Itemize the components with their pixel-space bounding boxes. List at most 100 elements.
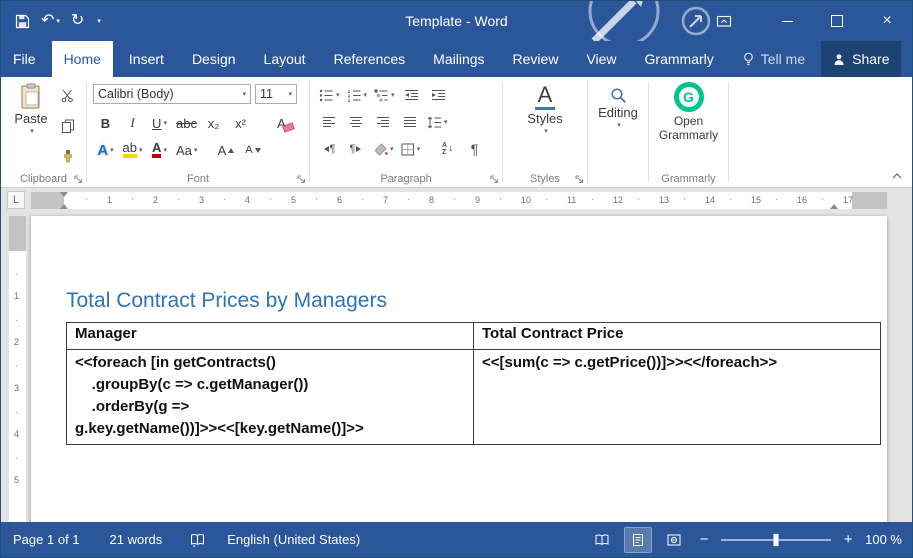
tab-grammarly[interactable]: Grammarly <box>633 41 726 77</box>
grow-font-button[interactable]: A <box>213 138 238 162</box>
proofing-button[interactable] <box>190 533 205 547</box>
tab-file[interactable]: File <box>1 41 48 77</box>
font-dialog-launcher[interactable] <box>296 174 306 184</box>
align-left-button[interactable] <box>318 111 340 133</box>
redo-button[interactable]: ↻ <box>71 13 84 29</box>
increase-indent-button[interactable] <box>428 84 450 106</box>
subscript-button[interactable]: x₂ <box>201 111 226 135</box>
styles-dialog-launcher[interactable] <box>574 174 584 184</box>
page-indicator[interactable]: Page 1 of 1 <box>13 532 80 547</box>
first-line-indent-marker[interactable] <box>60 192 68 197</box>
font-color-dropdown-icon: ▾ <box>163 147 167 154</box>
bullets-button[interactable]: ▾ <box>318 84 341 106</box>
close-button[interactable]: × <box>862 1 912 41</box>
tab-mailings[interactable]: Mailings <box>421 41 496 77</box>
share-button[interactable]: Share <box>821 41 901 77</box>
vertical-ruler[interactable]: 1·2·3·4·5· <box>9 216 26 524</box>
justify-button[interactable] <box>399 111 421 133</box>
right-to-left-button[interactable]: ¶ <box>345 138 367 160</box>
align-right-button[interactable] <box>372 111 394 133</box>
borders-dropdown-icon: ▾ <box>417 146 421 153</box>
paragraph-dialog-launcher[interactable] <box>489 174 499 184</box>
maximize-button[interactable] <box>812 1 862 41</box>
undo-button[interactable]: ↶ ▾ <box>41 13 60 29</box>
shrink-font-button[interactable]: A <box>240 138 265 162</box>
save-icon <box>15 14 30 29</box>
strikethrough-button[interactable]: abc <box>174 111 199 135</box>
ribbon-display-options-button[interactable] <box>704 1 744 41</box>
tab-review[interactable]: Review <box>501 41 571 77</box>
multilevel-dropdown-icon: ▾ <box>391 92 395 99</box>
tab-home[interactable]: Home <box>52 41 113 77</box>
clipboard-dialog-launcher[interactable] <box>73 174 83 184</box>
document-heading[interactable]: Total Contract Prices by Managers <box>66 289 887 313</box>
copy-button[interactable] <box>57 115 79 137</box>
open-grammarly-button[interactable]: G OpenGrammarly <box>653 82 724 160</box>
read-mode-button[interactable] <box>589 528 615 552</box>
highlight-button[interactable]: ab▾ <box>120 138 145 162</box>
right-indent-marker[interactable] <box>830 204 838 209</box>
paste-button[interactable]: Paste ▾ <box>9 83 53 161</box>
zoom-in-button[interactable]: + <box>841 531 855 548</box>
document-page[interactable]: Total Contract Prices by Managers Manage… <box>31 216 887 524</box>
table-cell-price[interactable]: <<[sum(c => c.getPrice())]>><</foreach>> <box>474 350 881 445</box>
align-center-button[interactable] <box>345 111 367 133</box>
table-header-manager[interactable]: Manager <box>67 323 474 350</box>
editing-button[interactable]: Editing ▾ <box>592 87 644 157</box>
print-layout-button[interactable] <box>625 528 651 552</box>
align-center-icon <box>349 116 363 128</box>
minimize-button[interactable] <box>762 1 812 41</box>
language-indicator[interactable]: English (United States) <box>227 532 360 547</box>
multilevel-list-button[interactable]: ▾ <box>373 84 396 106</box>
window-controls: × <box>704 1 912 41</box>
grammarly-group-label: Grammarly <box>649 173 728 185</box>
tab-design[interactable]: Design <box>180 41 248 77</box>
dialog-launcher-icon <box>297 175 306 184</box>
font-name-select[interactable]: Calibri (Body) ▾ <box>93 84 251 104</box>
bold-button[interactable]: B <box>93 111 118 135</box>
line-spacing-button[interactable]: ▾ <box>426 111 449 133</box>
left-to-right-button[interactable]: ¶ <box>318 138 340 160</box>
qat-customize-button[interactable]: ▾ <box>95 18 101 25</box>
text-effects-button[interactable]: A▾ <box>93 138 118 162</box>
sort-button[interactable]: AZ ↓ <box>437 138 459 160</box>
underline-button[interactable]: U▾ <box>147 111 172 135</box>
zoom-slider-handle[interactable] <box>774 534 779 546</box>
grow-font-icon <box>228 148 234 153</box>
show-marks-button[interactable]: ¶ <box>464 138 486 160</box>
tab-layout[interactable]: Layout <box>252 41 318 77</box>
tab-selector-glyph: L <box>13 194 19 206</box>
collapse-ribbon-button[interactable] <box>890 171 904 181</box>
tab-view[interactable]: View <box>574 41 628 77</box>
tab-insert[interactable]: Insert <box>117 41 176 77</box>
font-color-button[interactable]: A▾ <box>147 138 172 162</box>
cut-button[interactable] <box>57 85 79 107</box>
superscript-button[interactable]: x² <box>228 111 253 135</box>
zoom-slider[interactable] <box>721 539 831 541</box>
hanging-indent-marker[interactable] <box>60 204 68 209</box>
italic-button[interactable]: I <box>120 111 145 135</box>
table-cell-manager[interactable]: <<foreach [in getContracts() .groupBy(c … <box>67 350 474 445</box>
save-button[interactable] <box>15 14 30 29</box>
zoom-level[interactable]: 100 % <box>865 532 902 547</box>
numbering-button[interactable]: ▾ <box>346 84 369 106</box>
borders-button[interactable]: ▾ <box>400 138 422 160</box>
format-painter-button[interactable] <box>57 145 79 167</box>
table-header-price[interactable]: Total Contract Price <box>474 323 881 350</box>
tab-selector[interactable]: L <box>7 191 25 209</box>
qat-customize-icon: ▾ <box>97 18 101 25</box>
copy-icon <box>61 119 75 133</box>
change-case-button[interactable]: Aa▾ <box>174 138 199 162</box>
tab-references[interactable]: References <box>322 41 418 77</box>
clear-formatting-button[interactable]: A <box>269 111 294 135</box>
rtl-arrow-icon <box>356 146 361 152</box>
tell-me-button[interactable]: Tell me <box>730 41 817 77</box>
word-count[interactable]: 21 words <box>110 532 163 547</box>
font-size-select[interactable]: 11 ▾ <box>255 84 297 104</box>
web-layout-button[interactable] <box>661 528 687 552</box>
horizontal-ruler[interactable]: 1·2·3·4·5·6·7·8·9·10·11·12·13·14·15·16·1… <box>31 192 887 209</box>
decrease-indent-button[interactable] <box>401 84 423 106</box>
styles-button[interactable]: A Styles ▾ <box>510 83 580 159</box>
shading-button[interactable]: ▾ <box>372 138 395 160</box>
zoom-out-button[interactable]: − <box>697 531 711 548</box>
